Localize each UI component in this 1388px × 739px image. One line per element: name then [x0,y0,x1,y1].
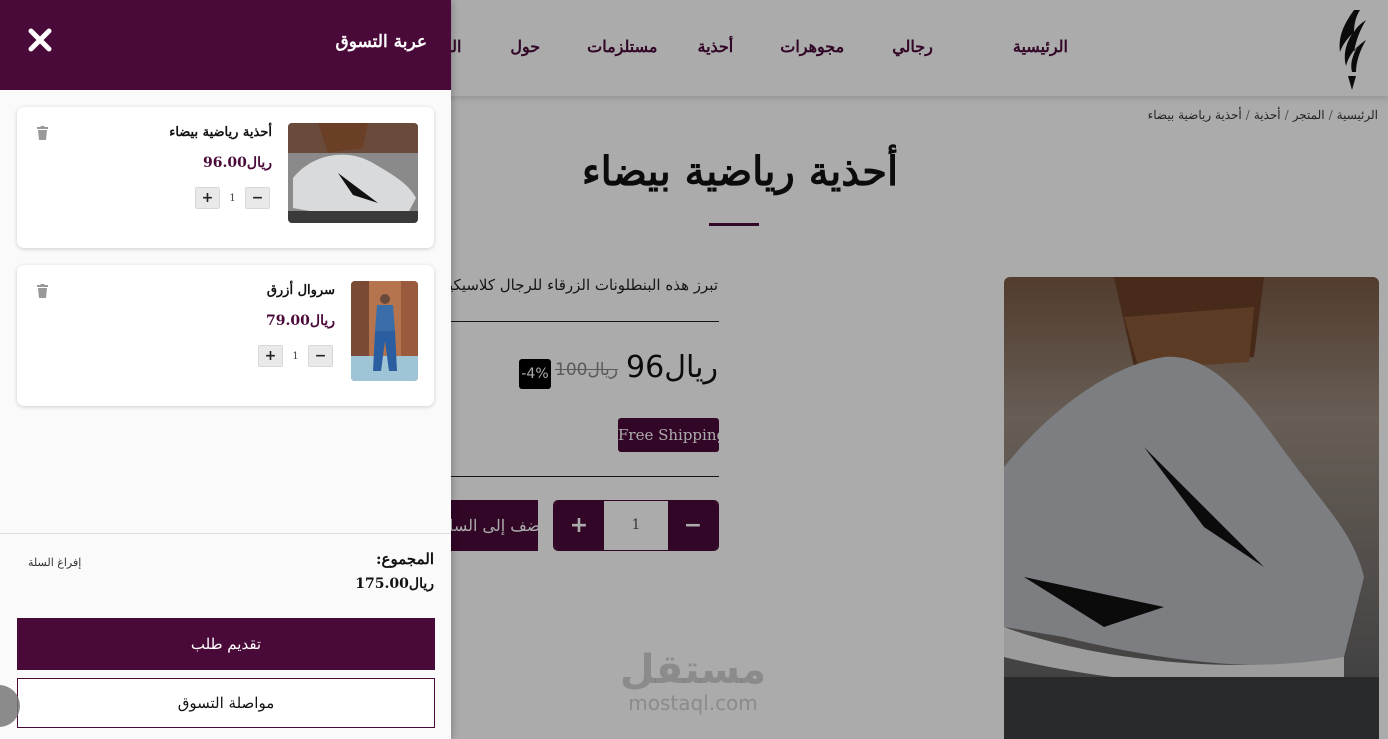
continue-shopping-button[interactable]: مواصلة التسوق [17,678,435,728]
cart-item-quantity-stepper: + 1 − [258,345,333,367]
cart-item: سروال أزرق ريال79.00 + 1 − [17,265,434,406]
cart-total-value: ريال175.00 [355,576,434,592]
minus-icon[interactable]: − [245,187,270,209]
cart-item-quantity: 1 [229,192,236,204]
cart-footer: المجموع: ريال175.00 إفراغ السلة تقديم طل… [0,533,451,739]
plus-icon[interactable]: + [258,345,283,367]
cart-header: عربة التسوق [0,0,451,90]
cart-item-price: ريال96.00 [203,155,272,171]
cart-total-label: المجموع: [375,550,434,568]
cart-item-price: ريال79.00 [266,313,335,329]
cart-item-name[interactable]: سروال أزرق [267,283,335,298]
cart-item-quantity-stepper: + 1 − [195,187,270,209]
trash-icon[interactable] [36,126,49,140]
cart-title: عربة التسوق [335,32,427,52]
trash-icon[interactable] [36,284,49,298]
cart-item-image[interactable] [351,281,418,381]
cart-drawer: عربة التسوق أحذية رياضية بيضاء ريال96.00… [0,0,451,739]
minus-icon[interactable]: − [308,345,333,367]
checkout-button[interactable]: تقديم طلب [17,618,435,670]
empty-cart-link[interactable]: إفراغ السلة [28,556,81,569]
close-icon[interactable] [26,26,54,54]
plus-icon[interactable]: + [195,187,220,209]
cart-item: أحذية رياضية بيضاء ريال96.00 + 1 − [17,107,434,248]
cart-item-name[interactable]: أحذية رياضية بيضاء [169,125,272,140]
cart-item-image[interactable] [288,123,418,223]
cart-item-quantity: 1 [292,350,299,362]
